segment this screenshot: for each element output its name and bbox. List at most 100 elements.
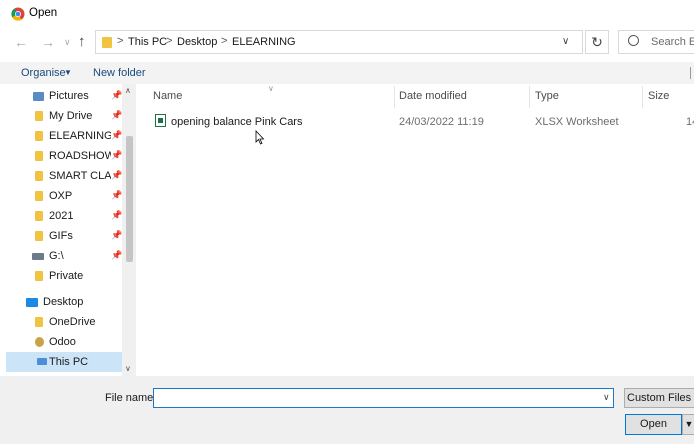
column-divider[interactable]: [394, 86, 395, 108]
file-row[interactable]: opening balance Pink Cars 24/03/2022 11:…: [136, 111, 694, 133]
folder-icon: [35, 171, 43, 181]
nav-item-odoo[interactable]: Odoo: [0, 332, 122, 352]
pin-icon[interactable]: 📌: [111, 170, 122, 181]
excel-file-icon-mark: [158, 118, 163, 123]
drive-icon: [32, 253, 44, 260]
file-name: opening balance Pink Cars: [171, 116, 303, 128]
column-header-size[interactable]: Size: [648, 90, 669, 102]
nav-item-label: My Drive: [49, 110, 93, 122]
nav-item-label: ELEARNING: [49, 130, 111, 142]
breadcrumb-this-pc[interactable]: This PC: [128, 36, 167, 48]
folder-icon: [35, 131, 43, 141]
command-bar: Organise ▼ New folder: [0, 62, 694, 84]
file-name-panel: File name: ∨ Custom Files Open ▼: [0, 376, 694, 444]
nav-item-elearning[interactable]: ELEARNING 📌: [0, 126, 122, 146]
folder-icon: [35, 211, 43, 221]
pin-icon[interactable]: 📌: [111, 150, 122, 161]
folder-icon: [35, 231, 43, 241]
nav-item-private[interactable]: Private: [0, 266, 122, 286]
nav-item-label: Odoo: [49, 336, 76, 348]
column-header-date-modified[interactable]: Date modified: [399, 90, 467, 102]
forward-arrow-icon[interactable]: →: [41, 34, 55, 50]
search-icon: [628, 35, 639, 46]
nav-item-smart-class[interactable]: SMART CLASS 📌: [0, 166, 122, 186]
folder-icon: [35, 151, 43, 161]
nav-item-label: 2021: [49, 210, 74, 222]
pin-icon[interactable]: 📌: [111, 250, 122, 261]
nav-item-roadshow[interactable]: ROADSHOW 📌: [0, 146, 122, 166]
nav-item-2021[interactable]: 2021 📌: [0, 206, 122, 226]
pin-icon[interactable]: 📌: [111, 90, 122, 101]
nav-item-gifs[interactable]: GIFs 📌: [0, 226, 122, 246]
up-arrow-icon[interactable]: ↑: [78, 33, 86, 50]
desktop-icon: [26, 298, 38, 307]
open-button[interactable]: Open: [625, 414, 682, 435]
folder-icon: [35, 111, 43, 121]
file-type-filter-label: Custom Files: [627, 392, 692, 404]
nav-item-label: OneDrive: [49, 316, 96, 328]
nav-item-label: Private: [49, 270, 84, 282]
refresh-button[interactable]: ↻: [585, 30, 609, 54]
nav-item-label: Pictures: [49, 90, 89, 102]
file-type-filter-select[interactable]: Custom Files: [624, 388, 694, 408]
pin-icon[interactable]: 📌: [111, 110, 122, 121]
scroll-up-icon[interactable]: ∧: [125, 86, 131, 95]
pin-icon[interactable]: 📌: [111, 190, 122, 201]
breadcrumb-separator: >: [166, 35, 173, 47]
navigation-pane: Pictures 📌 My Drive 📌 ELEARNING 📌 ROADSH…: [0, 84, 136, 376]
organise-button[interactable]: Organise: [21, 67, 66, 79]
chevron-down-icon[interactable]: ∨: [562, 36, 569, 47]
nav-item-label: SMART CLASS: [49, 170, 111, 182]
nav-item-this-pc[interactable]: This PC: [6, 352, 122, 372]
folder-icon: [35, 271, 43, 281]
back-arrow-icon[interactable]: ←: [14, 34, 28, 50]
file-size: 14: [686, 116, 694, 128]
caret-down-icon[interactable]: ▼: [64, 68, 72, 77]
nav-item-label: Desktop: [43, 296, 84, 308]
nav-item-my-drive[interactable]: My Drive 📌: [0, 106, 122, 126]
nav-item-oxp[interactable]: OXP 📌: [0, 186, 122, 206]
nav-item-desktop[interactable]: Desktop: [0, 292, 122, 312]
computer-icon: [37, 358, 47, 365]
search-box[interactable]: Search EL: [618, 30, 694, 54]
new-folder-button[interactable]: New folder: [93, 67, 146, 79]
pin-icon[interactable]: 📌: [111, 130, 122, 141]
scrollbar-thumb[interactable]: [126, 136, 133, 262]
refresh-icon: ↻: [591, 34, 603, 50]
caret-down-icon: ▼: [684, 419, 694, 429]
column-header-name[interactable]: Name: [153, 90, 182, 102]
chrome-icon: [11, 7, 25, 21]
search-placeholder: Search EL: [651, 36, 694, 48]
column-divider[interactable]: [642, 86, 643, 108]
folder-icon: [35, 317, 43, 327]
column-header-type[interactable]: Type: [535, 90, 559, 102]
view-options-edge[interactable]: [690, 67, 694, 79]
recent-locations-chevron-icon[interactable]: ∨: [64, 37, 71, 48]
excel-file-icon: [155, 114, 166, 127]
nav-item-pictures[interactable]: Pictures 📌: [0, 86, 122, 106]
nav-item-label: G:\: [49, 250, 64, 262]
user-icon: [35, 337, 44, 347]
column-divider[interactable]: [529, 86, 530, 108]
pictures-icon: [33, 92, 44, 101]
nav-item-onedrive[interactable]: OneDrive: [0, 312, 122, 332]
breadcrumb-separator: >: [221, 35, 228, 47]
window-title: Open: [29, 7, 58, 19]
chevron-down-icon[interactable]: ∨: [603, 392, 610, 403]
breadcrumb-desktop[interactable]: Desktop: [177, 36, 217, 48]
file-date-modified: 24/03/2022 11:19: [399, 116, 484, 128]
sort-indicator-icon: ∨: [268, 84, 274, 93]
title-bar: Open: [0, 0, 694, 28]
address-bar[interactable]: > This PC > Desktop > ELEARNING ∨: [95, 30, 583, 54]
navigation-scrollbar[interactable]: ∧ ∨: [122, 84, 136, 376]
nav-item-g-drive[interactable]: G:\ 📌: [0, 246, 122, 266]
pin-icon[interactable]: 📌: [111, 230, 122, 241]
open-options-dropdown[interactable]: ▼: [682, 414, 694, 435]
pin-icon[interactable]: 📌: [111, 210, 122, 221]
file-type: XLSX Worksheet: [535, 116, 619, 128]
breadcrumb-separator: >: [117, 35, 124, 47]
file-name-input[interactable]: [153, 388, 614, 408]
folder-icon: [35, 191, 43, 201]
scroll-down-icon[interactable]: ∨: [125, 364, 131, 373]
breadcrumb-elearning[interactable]: ELEARNING: [232, 36, 296, 48]
